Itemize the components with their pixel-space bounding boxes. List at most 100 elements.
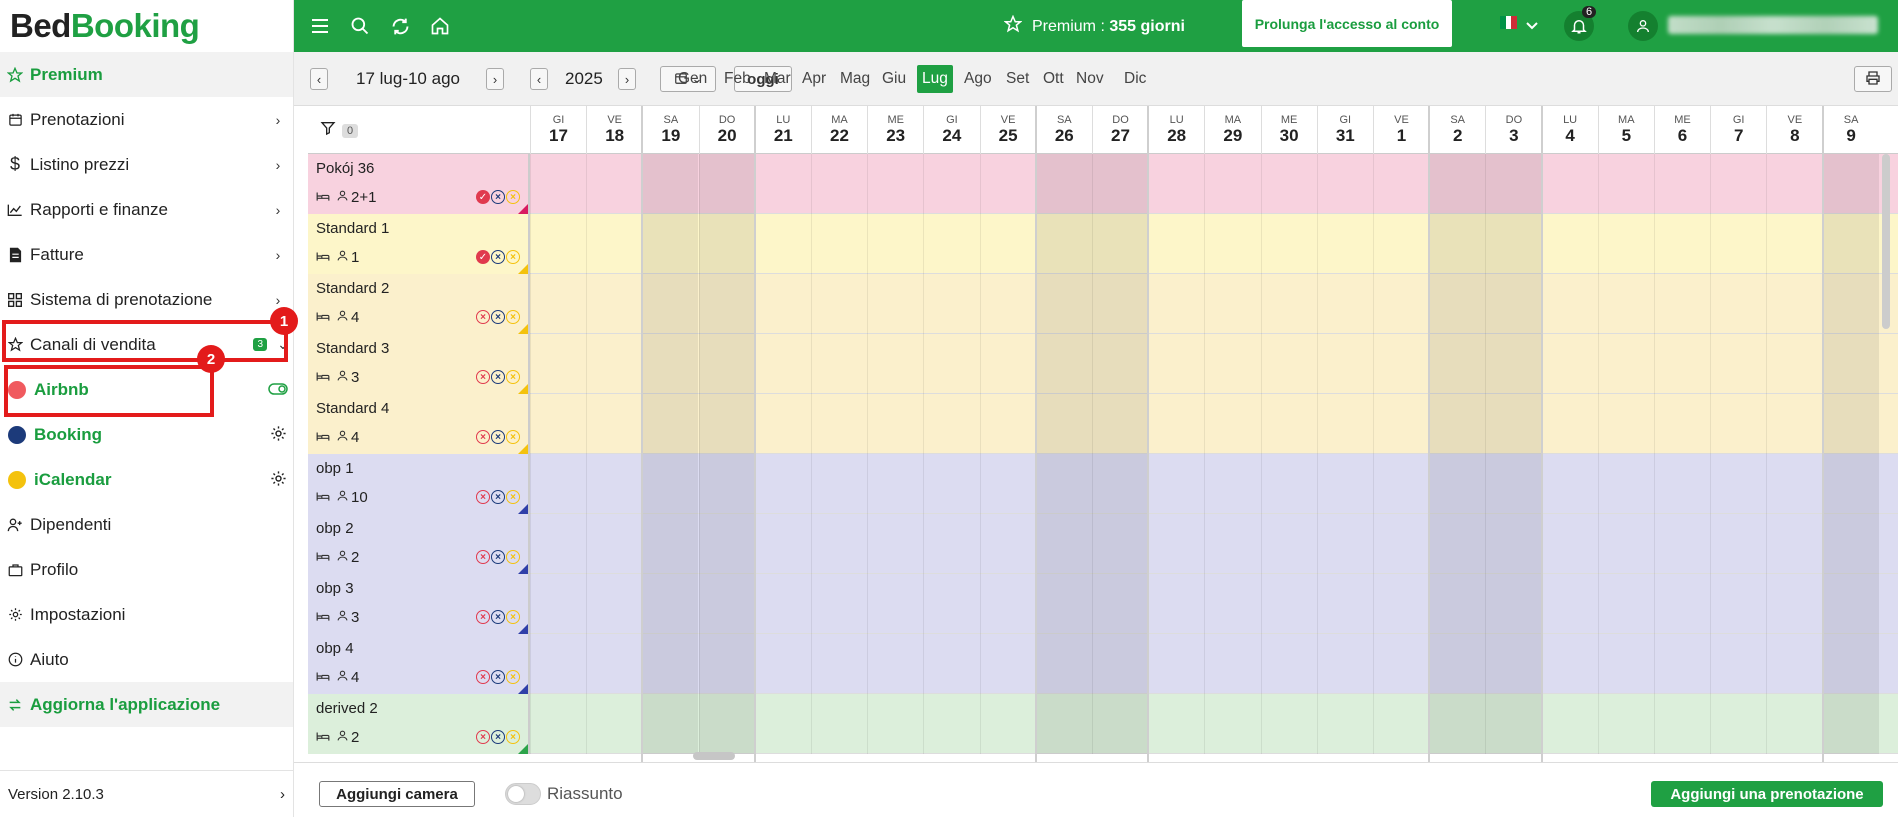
- calendar-cell[interactable]: [867, 454, 923, 514]
- calendar-cell[interactable]: [1766, 634, 1822, 694]
- calendar-cell[interactable]: [1204, 694, 1260, 754]
- calendar-cell[interactable]: [811, 514, 867, 574]
- calendar-cell[interactable]: [979, 394, 1036, 454]
- calendar-cell[interactable]: [586, 214, 642, 274]
- calendar-cell[interactable]: [1766, 334, 1822, 394]
- horizontal-scrollbar[interactable]: [693, 752, 735, 760]
- calendar-cell[interactable]: [698, 274, 755, 334]
- calendar-cell[interactable]: [867, 334, 923, 394]
- calendar-cell[interactable]: [754, 694, 811, 754]
- calendar-cell[interactable]: [1822, 694, 1879, 754]
- calendar-cell[interactable]: [1148, 634, 1204, 694]
- calendar-cell[interactable]: [1316, 514, 1373, 574]
- calendar-cell[interactable]: [1766, 394, 1822, 454]
- calendar-cell[interactable]: [811, 394, 867, 454]
- calendar-cell[interactable]: [1260, 694, 1317, 754]
- calendar-cell[interactable]: [1766, 214, 1822, 274]
- calendar-cell[interactable]: [1092, 454, 1148, 514]
- calendar-cell[interactable]: [586, 154, 642, 214]
- calendar-cell[interactable]: [530, 274, 586, 334]
- calendar-cell[interactable]: [1710, 574, 1766, 634]
- calendar-cell[interactable]: [642, 334, 699, 394]
- calendar-cell[interactable]: [1092, 574, 1148, 634]
- calendar-cell[interactable]: [754, 454, 811, 514]
- calendar-cell[interactable]: [1092, 634, 1148, 694]
- calendar-cell[interactable]: [698, 514, 755, 574]
- next-year-button[interactable]: ›: [618, 68, 636, 90]
- calendar-cell[interactable]: [1541, 454, 1598, 514]
- calendar-cell[interactable]: [1429, 574, 1486, 634]
- calendar-cell[interactable]: [923, 154, 979, 214]
- room-label[interactable]: Standard 4 4 × × ×: [308, 394, 530, 454]
- calendar-cell[interactable]: [754, 154, 811, 214]
- calendar-cell[interactable]: [811, 214, 867, 274]
- calendar-cell[interactable]: [923, 274, 979, 334]
- calendar-cell[interactable]: [642, 634, 699, 694]
- gear-icon[interactable]: [263, 425, 293, 445]
- tab-month-mar[interactable]: Mar: [759, 65, 796, 93]
- calendar-cell[interactable]: [1597, 274, 1654, 334]
- calendar-cell[interactable]: [1485, 514, 1542, 574]
- room-label[interactable]: Standard 1 1 ✓ × ×: [308, 214, 530, 274]
- calendar-cell[interactable]: [923, 334, 979, 394]
- calendar-cell[interactable]: [1035, 334, 1092, 394]
- calendar-cell[interactable]: [698, 394, 755, 454]
- calendar-cell[interactable]: [811, 694, 867, 754]
- calendar-cell[interactable]: [1092, 274, 1148, 334]
- calendar-cell[interactable]: [1822, 394, 1879, 454]
- calendar-cell[interactable]: [1822, 634, 1879, 694]
- calendar-cell[interactable]: [923, 634, 979, 694]
- sidebar-item-rapporti[interactable]: Rapporti e finanze ›: [0, 187, 293, 232]
- calendar-cell[interactable]: [1204, 574, 1260, 634]
- calendar-cell[interactable]: [1429, 214, 1486, 274]
- calendar-cell[interactable]: [1766, 274, 1822, 334]
- calendar-cell[interactable]: [698, 694, 755, 754]
- calendar-cell[interactable]: [1316, 634, 1373, 694]
- calendar-cell[interactable]: [1373, 694, 1429, 754]
- calendar-cell[interactable]: [867, 154, 923, 214]
- calendar-cell[interactable]: [530, 574, 586, 634]
- menu-icon[interactable]: [308, 14, 332, 38]
- italy-flag-icon[interactable]: [1500, 16, 1518, 29]
- calendar-cell[interactable]: [1260, 394, 1317, 454]
- user-avatar-icon[interactable]: [1628, 11, 1658, 41]
- sidebar-subitem-booking[interactable]: Booking: [0, 412, 293, 457]
- calendar-cell[interactable]: [1035, 214, 1092, 274]
- summary-toggle[interactable]: [505, 783, 541, 805]
- calendar-cell[interactable]: [754, 394, 811, 454]
- calendar-cell[interactable]: [1035, 154, 1092, 214]
- room-label[interactable]: obp 4 4 × × ×: [308, 634, 530, 694]
- calendar-cell[interactable]: [1597, 394, 1654, 454]
- tab-month-set[interactable]: Set: [1001, 65, 1034, 93]
- filter-button[interactable]: 0: [320, 120, 359, 141]
- sidebar-item-sistema[interactable]: Sistema di prenotazione ›: [0, 277, 293, 322]
- calendar-cell[interactable]: [1485, 274, 1542, 334]
- calendar-cell[interactable]: [1260, 634, 1317, 694]
- calendar-cell[interactable]: [642, 454, 699, 514]
- calendar-cell[interactable]: [811, 334, 867, 394]
- calendar-cell[interactable]: [1035, 274, 1092, 334]
- calendar-cell[interactable]: [1148, 154, 1204, 214]
- calendar-cell[interactable]: [1710, 514, 1766, 574]
- add-room-button[interactable]: Aggiungi camera: [319, 781, 475, 807]
- sidebar-item-dipendenti[interactable]: Dipendenti: [0, 502, 293, 547]
- calendar-cell[interactable]: [1316, 154, 1373, 214]
- calendar-cell[interactable]: [1485, 214, 1542, 274]
- calendar-cell[interactable]: [1260, 574, 1317, 634]
- calendar-cell[interactable]: [1822, 214, 1879, 274]
- tab-month-gen[interactable]: Gen: [673, 65, 712, 93]
- calendar-cell[interactable]: [979, 274, 1036, 334]
- calendar-cell[interactable]: [530, 454, 586, 514]
- calendar-cell[interactable]: [1316, 574, 1373, 634]
- chevron-down-icon[interactable]: [1520, 14, 1544, 38]
- calendar-cell[interactable]: [642, 694, 699, 754]
- calendar-cell[interactable]: [1541, 274, 1598, 334]
- calendar-cell[interactable]: [1148, 394, 1204, 454]
- calendar-cell[interactable]: [867, 514, 923, 574]
- room-label[interactable]: obp 1 10 × × ×: [308, 454, 530, 514]
- calendar-cell[interactable]: [1766, 454, 1822, 514]
- calendar-cell[interactable]: [1822, 334, 1879, 394]
- calendar-cell[interactable]: [586, 694, 642, 754]
- calendar-cell[interactable]: [867, 394, 923, 454]
- calendar-cell[interactable]: [1597, 454, 1654, 514]
